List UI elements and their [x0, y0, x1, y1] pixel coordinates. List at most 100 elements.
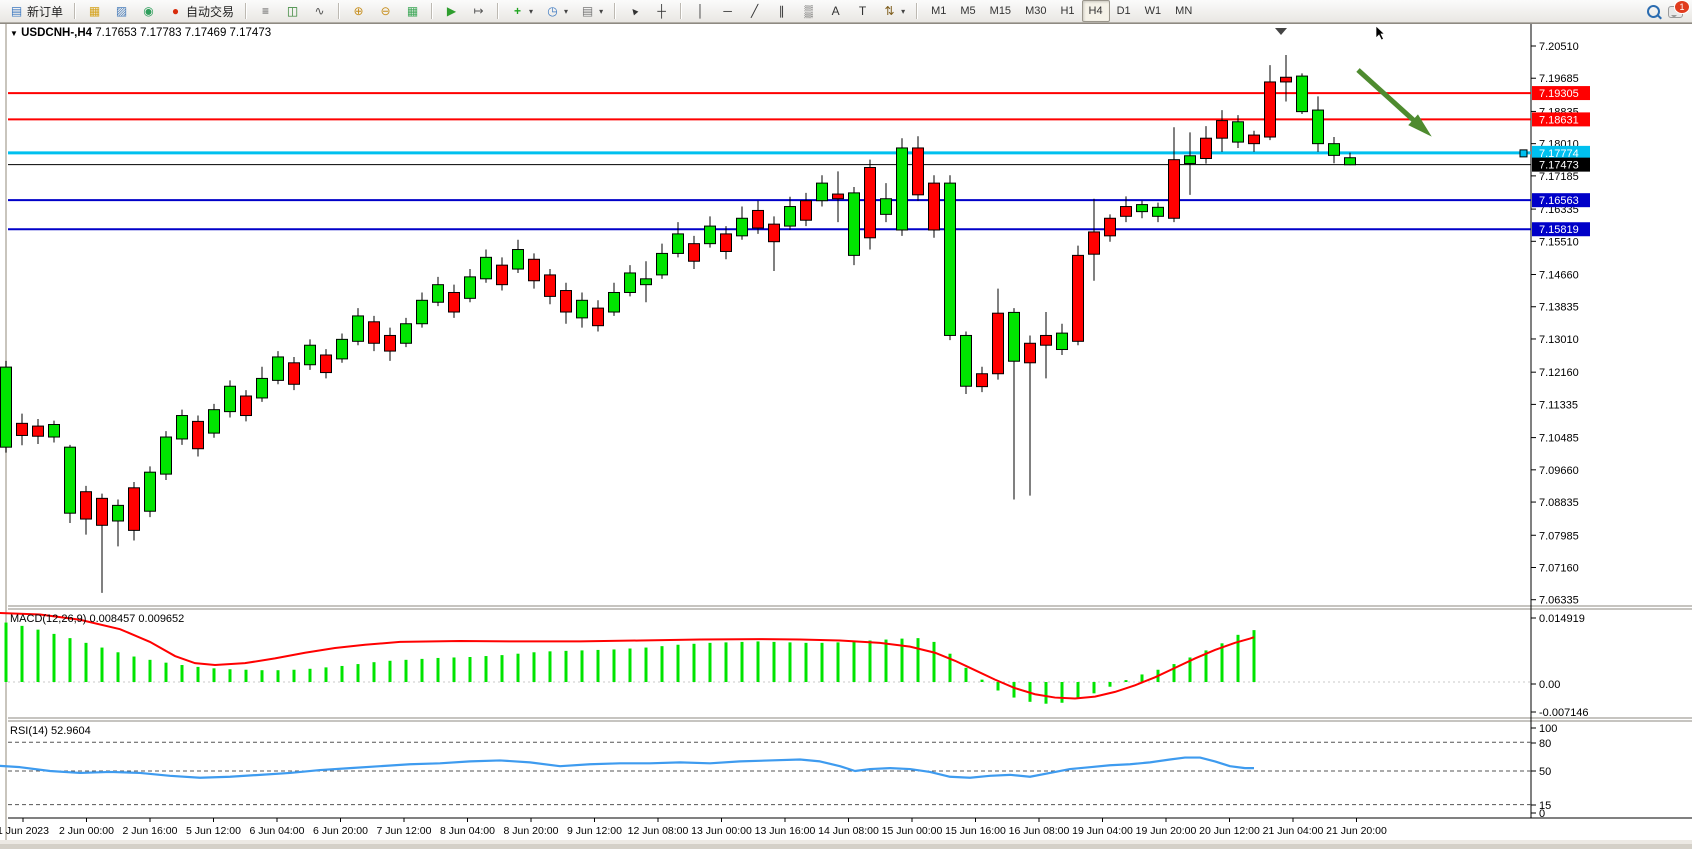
zoom-in-icon: ⊕	[351, 4, 366, 19]
svg-text:7.13010: 7.13010	[1539, 334, 1579, 346]
indicators-button[interactable]: +▾	[505, 0, 538, 22]
candle-chart-icon: ◫	[285, 4, 300, 19]
svg-text:19 Jun 20:00: 19 Jun 20:00	[1136, 825, 1197, 837]
auto-scroll-button[interactable]: ▶	[439, 0, 464, 22]
toolbar-separator	[74, 3, 76, 19]
mt4-terminal: { "toolbar":{ "new_order_label":"新订单", "…	[0, 0, 1692, 844]
chevron-down-icon: ▾	[529, 7, 533, 16]
tile-windows-button[interactable]: ▦	[400, 0, 425, 22]
svg-text:7.17185: 7.17185	[1539, 171, 1579, 183]
svg-text:7.18631: 7.18631	[1539, 114, 1579, 126]
bar-chart-icon: ≡	[258, 4, 273, 19]
svg-text:7.10485: 7.10485	[1539, 433, 1579, 445]
vertical-line-tool-button[interactable]: │	[688, 0, 713, 22]
svg-text:7.06335: 7.06335	[1539, 595, 1579, 607]
svg-text:7.15510: 7.15510	[1539, 236, 1579, 248]
timeframe-m1-button[interactable]: M1	[924, 0, 953, 22]
trendline-icon: ╱	[747, 4, 762, 19]
fibonacci-tool-button[interactable]: ▒	[796, 0, 821, 22]
svg-text:7.19685: 7.19685	[1539, 73, 1579, 85]
signals-button[interactable]: ◉	[136, 0, 161, 22]
text-tool-button[interactable]: A	[823, 0, 848, 22]
chart-shift-icon: ↦	[471, 4, 486, 19]
svg-text:0.00: 0.00	[1539, 679, 1560, 691]
chart-shift-button[interactable]: ↦	[466, 0, 491, 22]
svg-text:2 Jun 16:00: 2 Jun 16:00	[123, 825, 178, 837]
auto-scroll-icon: ▶	[444, 4, 459, 19]
fibonacci-icon: ▒	[801, 4, 816, 19]
svg-text:8 Jun 20:00: 8 Jun 20:00	[504, 825, 559, 837]
search-icon[interactable]	[1647, 5, 1660, 18]
svg-text:7 Jun 12:00: 7 Jun 12:00	[377, 825, 432, 837]
svg-text:13 Jun 00:00: 13 Jun 00:00	[691, 825, 752, 837]
timeframe-w1-button[interactable]: W1	[1138, 0, 1169, 22]
notification-badge: 1	[1674, 0, 1690, 14]
svg-text:7.08835: 7.08835	[1539, 497, 1579, 509]
autotrade-button[interactable]: ● 自动交易	[163, 0, 239, 22]
toolbar-separator	[680, 3, 682, 19]
new-order-icon: ▤	[9, 4, 24, 19]
svg-text:7.17473: 7.17473	[1539, 160, 1579, 172]
top-toolbar: ▤ 新订单 ▦ ▨ ◉ ● 自动交易 ≡ ◫ ∿ ⊕ ⊖ ▦ ▶ ↦ +▾ ◷▾…	[0, 0, 1692, 23]
svg-text:21 Jun 20:00: 21 Jun 20:00	[1326, 825, 1387, 837]
cursor-tool-button[interactable]: ▲	[622, 0, 647, 22]
templates-button[interactable]: ▤▾	[575, 0, 608, 22]
svg-text:7.14660: 7.14660	[1539, 270, 1579, 282]
metaeditor-icon: ▨	[114, 4, 129, 19]
timeframe-m30-button[interactable]: M30	[1018, 0, 1053, 22]
profiles-button[interactable]: ▦	[82, 0, 107, 22]
svg-text:20 Jun 12:00: 20 Jun 12:00	[1199, 825, 1260, 837]
trendline-tool-button[interactable]: ╱	[742, 0, 767, 22]
timeframe-d1-button[interactable]: D1	[1110, 0, 1138, 22]
toolbar-separator	[497, 3, 499, 19]
crosshair-tool-button[interactable]: ┼	[649, 0, 674, 22]
svg-text:0.014919: 0.014919	[1539, 613, 1585, 625]
bar-chart-button[interactable]: ≡	[253, 0, 278, 22]
timeframe-h1-button[interactable]: H1	[1053, 0, 1081, 22]
svg-text:50: 50	[1539, 766, 1551, 778]
svg-text:7.09660: 7.09660	[1539, 465, 1579, 477]
chevron-down-icon: ▾	[901, 7, 905, 16]
periods-button[interactable]: ◷▾	[540, 0, 573, 22]
chart-window[interactable]: 7.205107.196857.188357.180107.171857.163…	[0, 22, 1692, 844]
timeframe-m5-button[interactable]: M5	[953, 0, 982, 22]
horizontal-line-tool-button[interactable]: ─	[715, 0, 740, 22]
svg-text:15 Jun 00:00: 15 Jun 00:00	[882, 825, 943, 837]
timeframe-mn-button[interactable]: MN	[1168, 0, 1199, 22]
timeframe-h4-button[interactable]: H4	[1082, 0, 1110, 22]
toolbar-separator	[916, 3, 918, 19]
candle-chart-button[interactable]: ◫	[280, 0, 305, 22]
svg-text:7.13835: 7.13835	[1539, 302, 1579, 314]
new-order-button[interactable]: ▤ 新订单	[4, 0, 68, 22]
text-label-icon: T	[855, 4, 870, 19]
svg-text:0: 0	[1539, 808, 1545, 820]
svg-text:7.20510: 7.20510	[1539, 41, 1579, 53]
metaeditor-button[interactable]: ▨	[109, 0, 134, 22]
svg-text:12 Jun 08:00: 12 Jun 08:00	[628, 825, 689, 837]
label-tool-button[interactable]: T	[850, 0, 875, 22]
svg-text:7.11335: 7.11335	[1539, 399, 1578, 411]
svg-text:16 Jun 08:00: 16 Jun 08:00	[1009, 825, 1070, 837]
chevron-down-icon: ▾	[599, 7, 603, 16]
price-chart-svg[interactable]: 7.205107.196857.188357.180107.171857.163…	[0, 22, 1692, 844]
svg-text:9 Jun 12:00: 9 Jun 12:00	[567, 825, 622, 837]
notifications-button[interactable]: 1	[1668, 4, 1684, 18]
macd-label: MACD(12,26,9) 0.008457 0.009652	[10, 613, 184, 625]
toolbar-separator	[338, 3, 340, 19]
profiles-icon: ▦	[87, 4, 102, 19]
zoom-out-icon: ⊖	[378, 4, 393, 19]
cursor-icon: ▲	[624, 0, 645, 21]
svg-text:8 Jun 04:00: 8 Jun 04:00	[440, 825, 495, 837]
timeframe-m15-button[interactable]: M15	[983, 0, 1018, 22]
timeframe-toolbar: M1M5M15M30H1H4D1W1MN	[924, 0, 1199, 22]
svg-text:80: 80	[1539, 738, 1551, 750]
tile-windows-icon: ▦	[405, 4, 420, 19]
toolbar-separator	[614, 3, 616, 19]
arrows-tool-button[interactable]: ⇅▾	[877, 0, 910, 22]
line-chart-button[interactable]: ∿	[307, 0, 332, 22]
zoom-in-button[interactable]: ⊕	[346, 0, 371, 22]
autotrade-icon: ●	[168, 4, 183, 19]
zoom-out-button[interactable]: ⊖	[373, 0, 398, 22]
channel-tool-button[interactable]: ∥	[769, 0, 794, 22]
bid-line-handle	[1520, 150, 1527, 157]
